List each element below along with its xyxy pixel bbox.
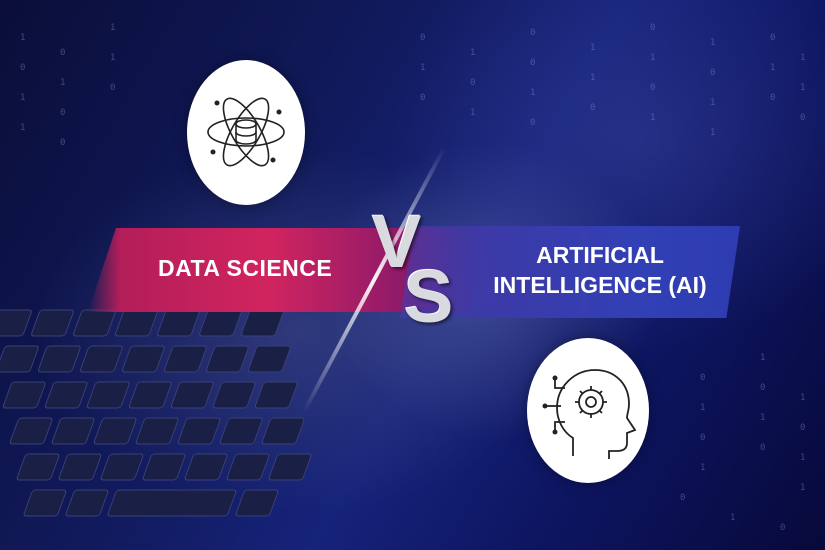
svg-text:0: 0 [420,93,425,103]
svg-text:0: 0 [650,23,655,33]
svg-text:1: 1 [710,98,715,108]
svg-text:1: 1 [800,483,805,493]
artificial-intelligence-label: ARTIFICIAL INTELLIGENCE (AI) [470,240,730,300]
svg-text:1: 1 [60,78,65,88]
comparison-banner: 1 0 1 1 0 1 0 0 1 1 0 0 1 0 1 0 1 0 0 1 0 1 1 0 0 1 0 1 1 0 1 1… [0,0,825,550]
svg-text:1: 1 [710,128,715,138]
svg-text:1: 1 [760,413,765,423]
svg-text:1: 1 [700,403,705,413]
svg-text:1: 1 [770,63,775,73]
svg-text:1: 1 [800,453,805,463]
svg-text:1: 1 [650,113,655,123]
svg-text:0: 0 [420,33,425,43]
ai-label-line-1: ARTIFICIAL [536,242,664,268]
svg-text:1: 1 [20,33,25,43]
svg-text:1: 1 [20,123,25,133]
svg-text:1: 1 [590,43,595,53]
svg-text:0: 0 [650,83,655,93]
svg-text:1: 1 [20,93,25,103]
svg-text:1: 1 [470,108,475,118]
svg-text:1: 1 [800,53,805,63]
svg-text:1: 1 [700,463,705,473]
svg-text:1: 1 [110,53,115,63]
svg-text:0: 0 [760,383,765,393]
svg-text:0: 0 [530,58,535,68]
svg-text:0: 0 [60,48,65,58]
svg-text:1: 1 [800,83,805,93]
svg-text:0: 0 [470,78,475,88]
svg-text:1: 1 [760,353,765,363]
svg-text:0: 0 [530,28,535,38]
svg-text:0: 0 [110,83,115,93]
svg-text:0: 0 [800,423,805,433]
svg-text:0: 0 [800,113,805,123]
svg-text:0: 0 [700,373,705,383]
svg-text:1: 1 [470,48,475,58]
svg-text:0: 0 [770,33,775,43]
svg-text:0: 0 [20,63,25,73]
ai-icon-circle [527,338,649,483]
head-gear-circuit-icon [542,369,637,459]
svg-text:1: 1 [730,513,735,523]
svg-text:1: 1 [800,393,805,403]
svg-text:1: 1 [110,23,115,33]
svg-text:0: 0 [770,93,775,103]
svg-text:0: 0 [780,523,785,533]
svg-text:0: 0 [60,108,65,118]
versus-s-letter: S [404,255,454,338]
svg-text:0: 0 [700,433,705,443]
svg-text:1: 1 [530,88,535,98]
svg-text:1: 1 [420,63,425,73]
svg-text:0: 0 [60,138,65,148]
svg-text:1: 1 [590,73,595,83]
svg-text:0: 0 [760,443,765,453]
versus-emblem: V S [372,205,472,345]
svg-text:0: 0 [710,68,715,78]
svg-text:1: 1 [710,38,715,48]
data-science-icon-circle [187,60,305,205]
data-science-label: DATA SCIENCE [158,255,333,281]
svg-text:1: 1 [650,53,655,63]
svg-text:0: 0 [680,493,685,503]
svg-text:0: 0 [590,103,595,113]
atom-database-icon [207,97,285,167]
svg-text:0: 0 [530,118,535,128]
ai-label-line-2: INTELLIGENCE (AI) [493,272,707,298]
